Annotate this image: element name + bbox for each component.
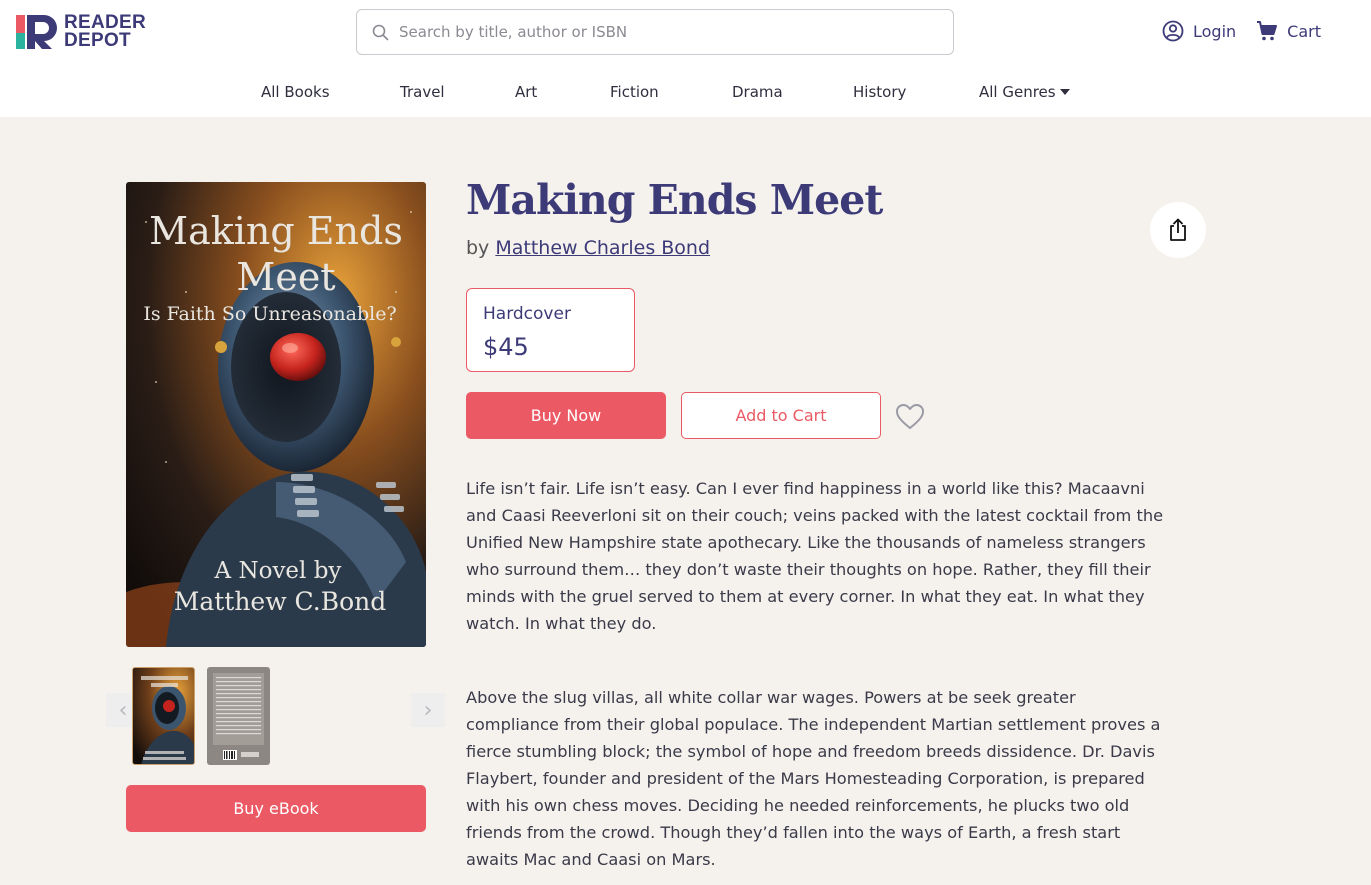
logo-mark-icon: [16, 15, 60, 49]
genre-nav: All Books Travel Art Fiction Drama Histo…: [0, 83, 1371, 105]
cart-link[interactable]: Cart: [1256, 20, 1321, 42]
by-prefix: by: [466, 237, 490, 259]
buy-now-button[interactable]: Buy Now: [466, 392, 666, 439]
thumbnail-front-cover[interactable]: [132, 667, 195, 765]
share-button[interactable]: [1150, 202, 1206, 258]
book-title: Making Ends Meet: [466, 176, 883, 224]
search-box[interactable]: [356, 9, 954, 55]
format-price: $45: [483, 333, 529, 361]
nav-item-fiction[interactable]: Fiction: [610, 83, 659, 101]
description-paragraph-2: Above the slug villas, all white collar …: [466, 688, 1161, 869]
nav-label: All Genres: [979, 83, 1056, 101]
cover-author: Matthew C.Bond: [174, 587, 387, 616]
wishlist-button[interactable]: [895, 402, 925, 432]
nav-item-history[interactable]: History: [853, 83, 906, 101]
nav-item-travel[interactable]: Travel: [400, 83, 445, 101]
cover-subtitle: Is Faith So Unreasonable?: [143, 303, 396, 325]
cover-title-line-2: Meet: [236, 255, 335, 299]
logo-text: READER DEPOT: [64, 13, 146, 51]
book-cover-image[interactable]: Making Ends Meet Is Faith So Unreasonabl…: [126, 182, 426, 647]
nav-item-art[interactable]: Art: [515, 83, 537, 101]
header-actions: Login Cart: [1162, 20, 1321, 42]
chevron-right-icon[interactable]: ›: [411, 693, 445, 727]
buy-ebook-button[interactable]: Buy eBook: [126, 785, 426, 832]
add-to-cart-button[interactable]: Add to Cart: [681, 392, 881, 439]
nav-label: Drama: [732, 83, 783, 101]
format-name: Hardcover: [483, 304, 571, 324]
nav-item-all-books[interactable]: All Books: [261, 83, 330, 101]
search-input[interactable]: [399, 23, 953, 41]
nav-label: Art: [515, 83, 538, 101]
nav-item-all-genres[interactable]: All Genres: [979, 83, 1070, 101]
logo-line-2: DEPOT: [64, 30, 131, 51]
nav-label: Fiction: [610, 83, 659, 101]
thumbnail-back-cover[interactable]: [207, 667, 270, 765]
share-icon: [1170, 218, 1186, 241]
cart-icon: [1257, 21, 1278, 41]
caret-down-icon: [1059, 89, 1070, 95]
cart-label: Cart: [1287, 21, 1321, 41]
site-header: READER DEPOT Login Cart: [0, 0, 1371, 117]
nav-label: Travel: [400, 83, 445, 101]
user-circle-icon: [1162, 20, 1184, 42]
search-icon: [372, 24, 389, 40]
cover-thumbnail-carousel: ‹ ›: [106, 667, 446, 765]
logo[interactable]: READER DEPOT: [16, 13, 146, 51]
login-label: Login: [1193, 21, 1237, 41]
author-link[interactable]: Matthew Charles Bond: [495, 237, 710, 259]
format-option-hardcover[interactable]: Hardcover $45: [466, 288, 635, 372]
nav-label: History: [853, 83, 907, 101]
nav-label: All Books: [261, 83, 330, 101]
heart-icon: [896, 404, 924, 429]
login-link[interactable]: Login: [1162, 20, 1236, 42]
cover-novel-by: A Novel by: [214, 558, 342, 584]
nav-item-drama[interactable]: Drama: [732, 83, 783, 101]
description-paragraph-1: Life isn’t fair. Life isn’t easy. Can I …: [466, 479, 1164, 633]
cover-title-line-1: Making Ends: [149, 209, 403, 253]
book-byline: by Matthew Charles Bond: [466, 237, 710, 259]
